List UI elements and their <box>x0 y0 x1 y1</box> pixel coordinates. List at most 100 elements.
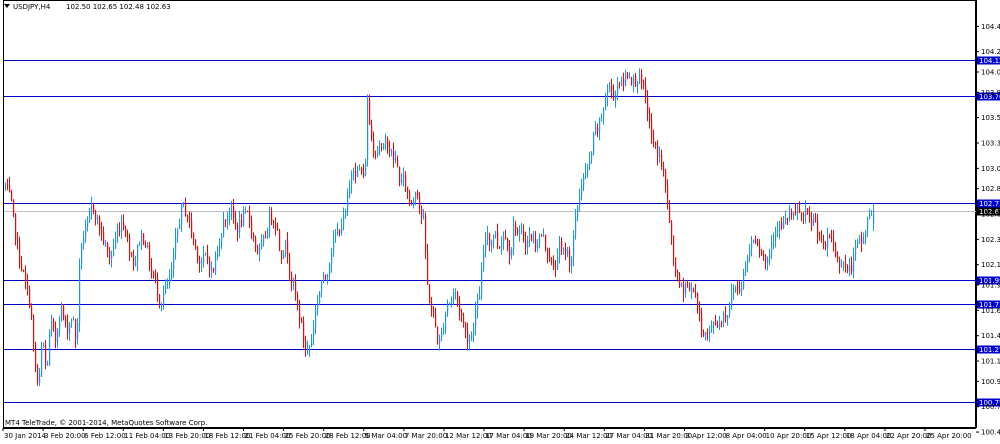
candle-body <box>173 252 175 271</box>
candle-body <box>427 251 429 285</box>
candle-body <box>141 233 143 244</box>
candle-body <box>847 265 849 272</box>
candle-body <box>143 233 145 246</box>
price-tick-label: 102.60 <box>981 210 1000 218</box>
candle-body <box>795 212 797 214</box>
candle-body <box>519 232 521 234</box>
candle-body <box>337 229 339 236</box>
candle-body <box>43 344 45 348</box>
candle-body <box>209 258 211 271</box>
candle-body <box>471 334 473 341</box>
candle-body <box>791 212 793 216</box>
candle-body <box>33 317 35 344</box>
candle-body <box>569 250 571 267</box>
candle-body <box>315 310 317 327</box>
candle-body <box>261 242 263 248</box>
time-tick-label: 18 Apr 04:00 <box>846 432 892 440</box>
candle-body <box>825 243 827 248</box>
candle-body <box>727 315 729 319</box>
candle-body <box>295 281 297 295</box>
candle-body <box>623 79 625 86</box>
candle-body <box>45 344 47 366</box>
candle-body <box>381 147 383 149</box>
candle-body <box>87 219 89 227</box>
candle-body <box>457 292 459 302</box>
candle-body <box>253 233 255 238</box>
level-label: 101.27 <box>979 346 1000 354</box>
candle-body <box>345 210 347 216</box>
candle-body <box>677 273 679 275</box>
candle-body <box>425 216 427 252</box>
candle-body <box>241 219 243 226</box>
candle-body <box>525 239 527 248</box>
candle-body <box>351 173 353 185</box>
candle-body <box>233 206 235 219</box>
candle-body <box>529 234 531 241</box>
candle-body <box>35 343 37 368</box>
candle-body <box>645 85 647 97</box>
candle-body <box>185 202 187 217</box>
candle-body <box>775 230 777 240</box>
candle-body <box>499 246 501 249</box>
candle-body <box>705 332 707 336</box>
candle-body <box>663 166 665 172</box>
candle-body <box>361 168 363 173</box>
candle-body <box>97 216 99 220</box>
price-tick-label: 103.30 <box>981 139 1000 147</box>
candle-body <box>693 290 695 293</box>
candle-body <box>303 321 305 342</box>
candle-body <box>649 114 651 122</box>
candle-body <box>133 255 135 266</box>
candle-body <box>841 266 843 268</box>
candle-body <box>121 222 123 233</box>
copyright-label: MT4 TeleTrade, © 2001-2014, MetaQuotes S… <box>5 419 207 427</box>
candle-body <box>319 291 321 304</box>
candle-body <box>751 242 753 249</box>
candle-body <box>743 272 745 288</box>
candle-body <box>401 179 403 183</box>
candle-body <box>591 153 593 160</box>
candle-body <box>627 73 629 78</box>
candle-body <box>571 257 573 267</box>
candle-body <box>187 216 189 219</box>
candle-body <box>721 322 723 324</box>
candle-body <box>325 274 327 278</box>
candle-body <box>385 138 387 145</box>
candle-body <box>91 205 93 212</box>
candle-body <box>317 303 319 311</box>
candle-body <box>363 172 365 176</box>
candle-body <box>505 236 507 239</box>
candle-body <box>169 278 171 284</box>
candle-body <box>823 240 825 244</box>
symbol-label: USDJPY,H4 <box>13 3 51 11</box>
chart-area[interactable]: 104.12103.76102.71101.95101.71101.27100.… <box>0 0 1000 440</box>
time-tick-label: 25 Apr 20:00 <box>926 432 972 440</box>
candle-body <box>661 154 663 167</box>
candle-body <box>145 245 147 248</box>
candle-body <box>293 281 295 283</box>
candle-body <box>103 232 105 245</box>
level-label: 104.12 <box>979 57 1000 65</box>
candle-body <box>783 223 785 229</box>
candle-body <box>831 238 833 240</box>
price-tick-label: 103.05 <box>981 165 1000 173</box>
candle-body <box>307 348 309 350</box>
candle-body <box>221 236 223 247</box>
candle-body <box>463 316 465 323</box>
candle-body <box>673 235 675 258</box>
candle-body <box>181 203 183 225</box>
candle-body <box>299 303 301 320</box>
candle-body <box>157 278 159 296</box>
price-tick-label: 100.70 <box>981 403 1000 411</box>
candle-body <box>709 328 711 334</box>
candle-body <box>593 133 595 154</box>
candle-body <box>523 231 525 240</box>
candle-body <box>279 229 281 251</box>
candle-body <box>341 227 343 234</box>
candle-body <box>563 249 565 251</box>
candlestick-chart[interactable]: 104.12103.76102.71101.95101.71101.27100.… <box>0 0 1000 440</box>
candle-body <box>247 211 249 213</box>
candle-body <box>459 301 461 313</box>
candle-body <box>349 184 351 196</box>
candle-body <box>9 185 11 192</box>
